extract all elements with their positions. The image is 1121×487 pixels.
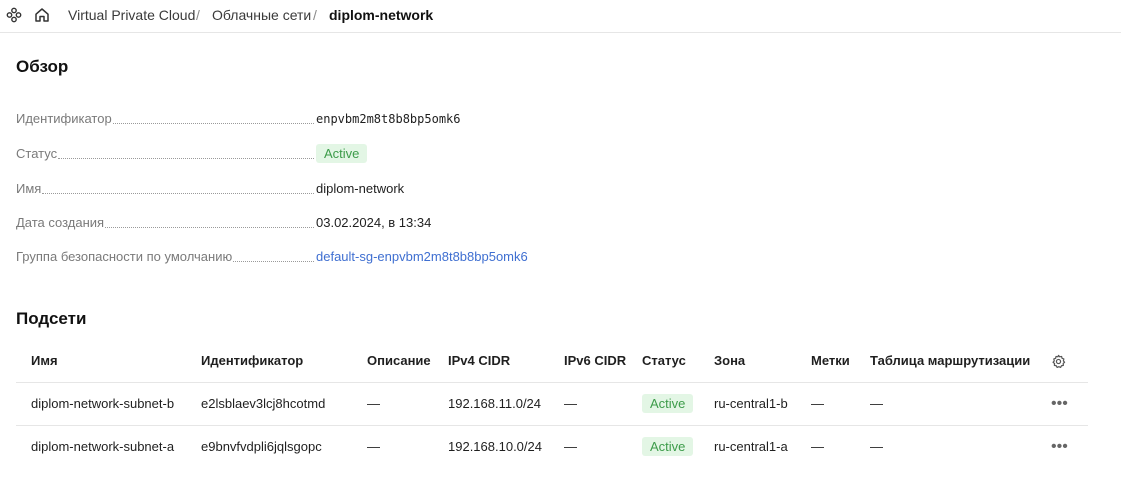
- field-value: 03.02.2024, в 13:34: [316, 215, 432, 230]
- status-badge: Active: [316, 144, 368, 163]
- table-divider: [16, 425, 1088, 426]
- breadcrumb-separator: /: [313, 7, 317, 23]
- breadcrumb-vpc[interactable]: Virtual Private Cloud: [68, 7, 195, 23]
- cell-description: —: [367, 439, 380, 454]
- more-horizontal-icon[interactable]: •••: [1051, 396, 1068, 412]
- column-header-description[interactable]: Описание: [367, 353, 431, 369]
- field-label: Имя: [16, 181, 316, 197]
- cell-name[interactable]: diplom-network-subnet-a: [31, 439, 174, 455]
- cell-id: e9bnvfvdpli6jqlsgopc: [201, 439, 322, 454]
- field-value: diplom-network: [316, 181, 405, 196]
- column-header-zone[interactable]: Зона: [714, 353, 745, 369]
- overview-title: Обзор: [16, 57, 69, 76]
- column-header-labels[interactable]: Метки: [811, 353, 850, 369]
- top-bar: Virtual Private Cloud / Облачные сети / …: [0, 0, 1121, 33]
- security-group-link[interactable]: default-sg-enpvbm2m8t8b8bp5omk6: [316, 249, 528, 265]
- column-header-status[interactable]: Статус: [642, 353, 686, 369]
- more-horizontal-icon[interactable]: •••: [1051, 439, 1068, 455]
- field-label: Группа безопасности по умолчанию: [16, 249, 316, 265]
- column-header-name[interactable]: Имя: [31, 353, 58, 369]
- breadcrumb-cloud-networks[interactable]: Облачные сети: [212, 7, 311, 23]
- column-header-ipv6[interactable]: IPv6 CIDR: [564, 353, 626, 369]
- cell-ipv6: —: [564, 396, 577, 411]
- cell-route-table: —: [870, 396, 883, 411]
- cell-description: —: [367, 396, 380, 411]
- field-created: Дата создания 03.02.2024, в 13:34: [16, 215, 616, 233]
- table-divider: [16, 382, 1088, 383]
- cell-ipv4: 192.168.10.0/24: [448, 439, 542, 454]
- cell-route-table: —: [870, 439, 883, 454]
- subnets-title: Подсети: [16, 309, 87, 328]
- field-name: Имя diplom-network: [16, 181, 616, 199]
- cell-zone: ru-central1-b: [714, 396, 788, 411]
- services-icon[interactable]: [5, 6, 23, 24]
- field-label: Идентификатор: [16, 111, 316, 127]
- home-icon[interactable]: [33, 6, 51, 24]
- breadcrumb-separator: /: [196, 7, 200, 23]
- field-value: enpvbm2m8t8b8bp5omk6: [316, 112, 461, 126]
- column-header-route-table[interactable]: Таблица маршрутизации: [870, 353, 1030, 369]
- cell-id: e2lsblaev3lcj8hcotmd: [201, 396, 326, 411]
- field-id: Идентификатор enpvbm2m8t8b8bp5omk6: [16, 111, 616, 129]
- status-badge: Active: [642, 437, 694, 456]
- cell-labels: —: [811, 439, 824, 454]
- field-label: Статус: [16, 146, 316, 162]
- field-security-group: Группа безопасности по умолчанию default…: [16, 249, 616, 267]
- field-label: Дата создания: [16, 215, 316, 231]
- status-badge: Active: [642, 394, 694, 413]
- cell-zone: ru-central1-a: [714, 439, 788, 454]
- breadcrumb-current: diplom-network: [329, 7, 434, 23]
- cell-ipv4: 192.168.11.0/24: [448, 396, 542, 411]
- field-status: Статус Active: [16, 144, 616, 164]
- column-header-id[interactable]: Идентификатор: [201, 353, 303, 369]
- cell-ipv6: —: [564, 439, 577, 454]
- gear-icon[interactable]: [1051, 354, 1066, 369]
- cell-name[interactable]: diplom-network-subnet-b: [31, 396, 174, 412]
- column-header-ipv4[interactable]: IPv4 CIDR: [448, 353, 510, 369]
- cell-labels: —: [811, 396, 824, 411]
